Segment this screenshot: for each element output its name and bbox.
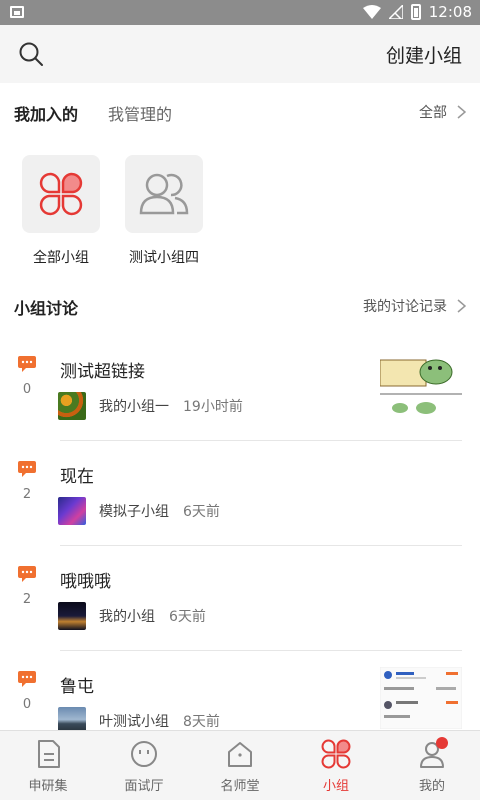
list-item[interactable]: 2 现在 模拟子小组 6天前 xyxy=(0,441,480,546)
list-item[interactable]: 0 鲁屯 叶测试小组 8天前 xyxy=(0,651,480,730)
discussion-title: 现在 xyxy=(60,467,94,487)
nav-label: 小组 xyxy=(322,779,349,794)
bottom-navigation: 申研集 面试厅 名师堂 小组 我的 xyxy=(0,730,480,800)
group-name: 我的小组 xyxy=(99,609,155,625)
reply-count: 2 xyxy=(22,592,32,607)
nav-xiaozu[interactable]: 小组 xyxy=(288,731,384,801)
my-discussion-record-link[interactable]: 我的讨论记录 xyxy=(363,296,466,316)
nav-mingshitang[interactable]: 名师堂 xyxy=(192,731,288,801)
group-tile-label: 测试小组四 xyxy=(129,250,199,266)
list-item[interactable]: 2 哦哦哦 我的小组 6天前 xyxy=(0,546,480,651)
document-icon xyxy=(38,740,60,768)
group-avatar xyxy=(58,497,86,525)
group-name: 叶测试小组 xyxy=(99,714,169,730)
post-time: 6天前 xyxy=(169,609,206,625)
comment-bubble-icon xyxy=(18,356,36,372)
create-group-button[interactable]: 创建小组 xyxy=(386,41,462,68)
image-notification-icon xyxy=(10,6,24,18)
group-tile-test4[interactable]: 测试小组四 xyxy=(124,155,204,267)
status-time: 12:08 xyxy=(428,3,472,21)
reply-count: 0 xyxy=(22,697,32,712)
group-tiles: 全部小组 测试小组四 xyxy=(0,155,480,270)
nav-label: 我的 xyxy=(418,779,445,794)
nav-wode[interactable]: 我的 xyxy=(384,731,480,801)
group-tile-label: 全部小组 xyxy=(33,250,89,266)
battery-icon xyxy=(410,4,421,20)
group-avatar xyxy=(58,707,86,730)
group-tile-all[interactable]: 全部小组 xyxy=(21,155,101,267)
post-time: 19小时前 xyxy=(183,399,243,415)
nav-mianshiting[interactable]: 面试厅 xyxy=(96,731,192,801)
tab-joined[interactable]: 我加入的 xyxy=(14,101,78,125)
discussion-meta: 我的小组 6天前 xyxy=(58,602,206,630)
all-groups-label: 全部 xyxy=(419,105,447,121)
comment-bubble-icon xyxy=(18,566,36,582)
nav-label: 面试厅 xyxy=(124,779,164,794)
top-bar: 创建小组 xyxy=(0,25,480,83)
discussion-title: 鲁屯 xyxy=(60,677,94,697)
all-groups-link[interactable]: 全部 xyxy=(419,102,466,122)
post-time: 6天前 xyxy=(183,504,220,520)
discussion-image xyxy=(380,352,462,414)
discussion-image xyxy=(380,667,462,729)
post-time: 8天前 xyxy=(183,714,220,730)
people-icon xyxy=(139,173,189,215)
comment-bubble-icon xyxy=(18,461,36,477)
nav-shenyanji[interactable]: 申研集 xyxy=(0,731,96,801)
discussion-section-header: 小组讨论 我的讨论记录 xyxy=(0,283,480,328)
clover-icon xyxy=(321,739,351,769)
discussion-meta: 模拟子小组 6天前 xyxy=(58,497,220,525)
group-name: 我的小组一 xyxy=(99,399,169,415)
group-name: 模拟子小组 xyxy=(99,504,169,520)
discussion-list: 0 测试超链接 我的小组一 19小时前 2 现在 模拟子小组 6天前 2 哦哦哦… xyxy=(0,336,480,730)
reply-count: 0 xyxy=(22,382,32,397)
group-tile-image xyxy=(125,155,203,233)
clover-icon xyxy=(39,172,83,216)
no-signal-icon xyxy=(388,5,403,19)
wifi-icon xyxy=(362,5,381,19)
group-tile-image xyxy=(22,155,100,233)
face-icon xyxy=(131,741,157,767)
reply-count: 2 xyxy=(22,487,32,502)
status-bar: 12:08 xyxy=(0,0,480,25)
home-icon xyxy=(228,742,252,767)
discussion-title: 测试超链接 xyxy=(60,362,145,382)
comment-bubble-icon xyxy=(18,671,36,687)
section-title: 小组讨论 xyxy=(14,299,79,318)
nav-label: 名师堂 xyxy=(220,779,260,794)
search-icon[interactable] xyxy=(18,41,44,67)
discussion-meta: 叶测试小组 8天前 xyxy=(58,707,220,730)
record-label: 我的讨论记录 xyxy=(363,299,447,315)
discussion-meta: 我的小组一 19小时前 xyxy=(58,392,243,420)
discussion-title: 哦哦哦 xyxy=(60,572,111,592)
group-avatar xyxy=(58,392,86,420)
nav-label: 申研集 xyxy=(28,779,68,794)
group-tabs: 我加入的 我管理的 全部 xyxy=(0,83,480,141)
list-item[interactable]: 0 测试超链接 我的小组一 19小时前 xyxy=(0,336,480,441)
notification-dot xyxy=(436,737,448,749)
tab-managed[interactable]: 我管理的 xyxy=(108,101,172,125)
chevron-right-icon xyxy=(457,105,466,119)
group-avatar xyxy=(58,602,86,630)
chevron-right-icon xyxy=(457,299,466,313)
